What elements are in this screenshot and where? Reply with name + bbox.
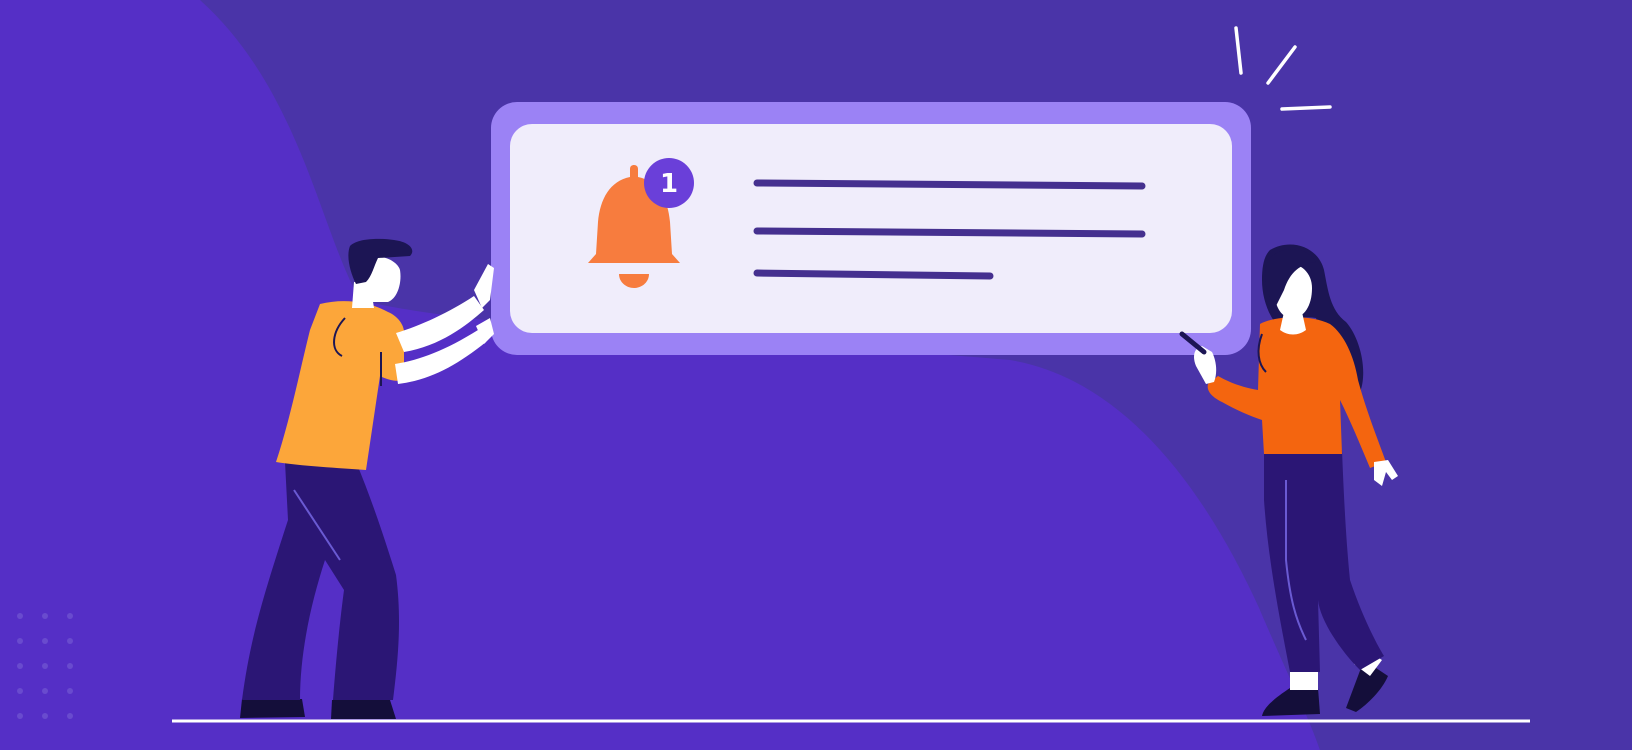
man-right-shoe: [331, 700, 396, 719]
notification-badge: 1: [644, 158, 694, 208]
text-line-2: [753, 227, 1146, 238]
man-left-shoe: [240, 699, 305, 718]
text-line-3: [753, 269, 994, 280]
illustration-canvas: 1: [0, 0, 1632, 750]
notification-card[interactable]: 1: [491, 102, 1251, 355]
notification-illustration: 1: [0, 0, 1632, 750]
badge-count: 1: [660, 169, 678, 199]
text-line-1: [753, 179, 1146, 190]
